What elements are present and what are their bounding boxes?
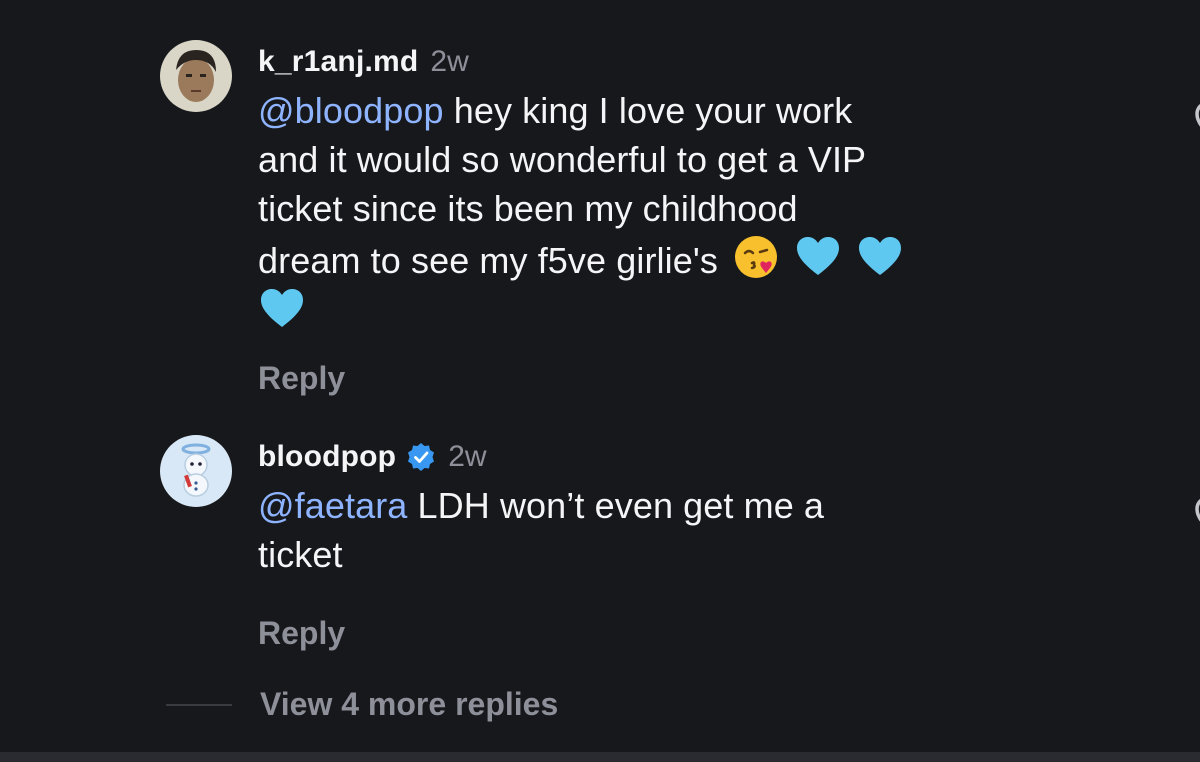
username[interactable]: bloodpop bbox=[258, 440, 396, 474]
comment-body: k_r1anj.md 2w @bloodpop hey king I love … bbox=[258, 40, 1200, 396]
comment-text-line: LDH won’t even get me a bbox=[407, 485, 825, 526]
face-blowing-kiss-icon bbox=[732, 233, 780, 281]
bottom-divider bbox=[0, 752, 1200, 762]
light-blue-heart-icon bbox=[856, 233, 904, 281]
timestamp: 2w bbox=[430, 45, 469, 78]
username[interactable]: k_r1anj.md bbox=[258, 45, 418, 79]
view-more-replies-label[interactable]: View 4 more replies bbox=[260, 686, 558, 723]
avatar[interactable] bbox=[160, 40, 232, 112]
comment-meta: bloodpop 2w bbox=[258, 435, 1018, 479]
light-blue-heart-icon bbox=[794, 233, 842, 281]
comment-text-line: ticket since its been my childhood bbox=[258, 188, 798, 229]
mention-link[interactable]: @bloodpop bbox=[258, 90, 444, 131]
like-column: 1 bbox=[1186, 100, 1200, 211]
heart-icon[interactable] bbox=[1193, 495, 1200, 541]
comment-text-line: ticket bbox=[258, 534, 343, 575]
avatar[interactable] bbox=[160, 435, 232, 507]
like-column: 19 bbox=[1186, 495, 1200, 606]
comment-text-line: hey king I love your work bbox=[443, 90, 853, 131]
verified-badge-icon bbox=[406, 442, 436, 472]
comment-text: @faetara LDH won’t even get me a ticket bbox=[258, 481, 1018, 579]
reply-button[interactable]: Reply bbox=[258, 615, 345, 652]
mention-link[interactable]: @faetara bbox=[258, 485, 407, 526]
timestamp: 2w bbox=[448, 440, 487, 473]
heart-icon[interactable] bbox=[1193, 100, 1200, 146]
view-more-replies[interactable]: View 4 more replies bbox=[166, 686, 558, 723]
comment-text: @bloodpop hey king I love your work and … bbox=[258, 86, 1018, 337]
divider-line bbox=[166, 703, 232, 706]
like-count: 1 bbox=[1186, 174, 1200, 211]
comment-text-line: dream to see my f5ve girlie's bbox=[258, 240, 718, 281]
comment-meta: k_r1anj.md 2w bbox=[258, 40, 1018, 84]
reply-button[interactable]: Reply bbox=[258, 360, 345, 397]
comments-thread: k_r1anj.md 2w @bloodpop hey king I love … bbox=[0, 0, 1200, 762]
like-count: 19 bbox=[1186, 569, 1200, 606]
light-blue-heart-icon bbox=[258, 285, 306, 333]
comment-text-line: and it would so wonderful to get a VIP bbox=[258, 139, 867, 180]
comment-body: bloodpop 2w @faetara LDH won’t even get … bbox=[258, 435, 1200, 651]
